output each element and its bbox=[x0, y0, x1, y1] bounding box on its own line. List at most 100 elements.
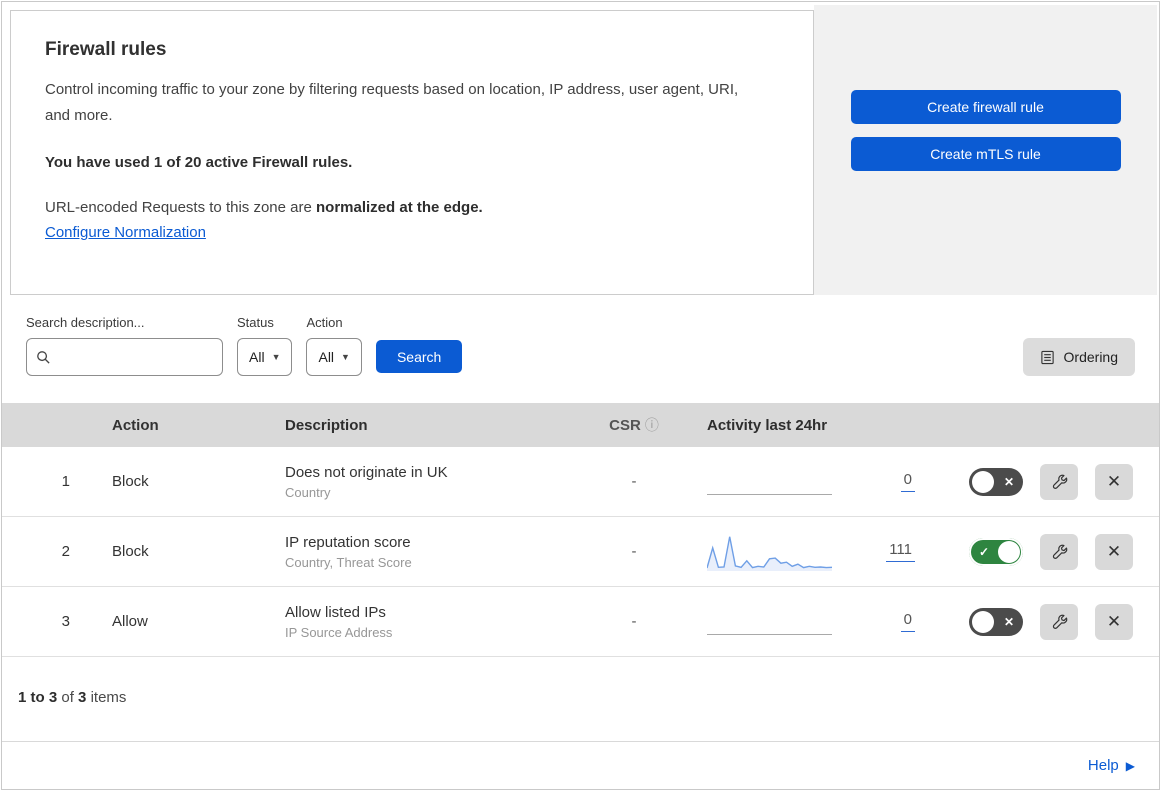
search-label: Search description... bbox=[26, 315, 145, 330]
rule-action: Block bbox=[112, 543, 149, 560]
ordering-button[interactable]: Ordering bbox=[1022, 338, 1135, 376]
status-field: Status All ▼ bbox=[237, 315, 293, 376]
col-csr-header: CSR ⓘ bbox=[589, 415, 679, 435]
rule-criteria: Country bbox=[285, 484, 331, 500]
rule-description-cell: Allow listed IPs IP Source Address bbox=[264, 604, 589, 640]
page-title: Firewall rules bbox=[45, 39, 167, 60]
pagination-of: of bbox=[61, 689, 74, 706]
intro-card: Firewall rules Control incoming traffic … bbox=[10, 10, 814, 295]
rule-enabled-toggle[interactable]: ✓ bbox=[969, 537, 1023, 566]
activity-sparkline bbox=[707, 601, 832, 643]
rule-number: 3 bbox=[61, 613, 70, 630]
rule-csr-value: - bbox=[631, 473, 637, 490]
csr-header-label: CSR bbox=[609, 417, 641, 434]
usage-summary: You have used 1 of 20 active Firewall ru… bbox=[45, 153, 353, 171]
rule-activity-cell: 0 bbox=[679, 447, 919, 516]
table-header: Action Description CSR ⓘ Activity last 24… bbox=[2, 403, 1159, 447]
close-icon: ✕ bbox=[1106, 471, 1122, 491]
rule-enabled-toggle[interactable]: ✕ bbox=[969, 607, 1023, 636]
action-select[interactable]: All ▼ bbox=[306, 338, 362, 376]
rule-description[interactable]: IP reputation score bbox=[285, 534, 589, 551]
help-link[interactable]: Help ▶ bbox=[1088, 757, 1135, 774]
search-icon bbox=[36, 350, 51, 365]
status-select[interactable]: All ▼ bbox=[237, 338, 293, 376]
chevron-down-icon: ▼ bbox=[341, 352, 350, 362]
help-bar: Help ▶ bbox=[2, 741, 1159, 789]
arrow-right-icon: ▶ bbox=[1125, 758, 1135, 773]
search-input[interactable] bbox=[57, 348, 213, 366]
firewall-rules-page: Firewall rules Control incoming traffic … bbox=[1, 1, 1160, 790]
rule-activity-cell: 0 bbox=[679, 587, 919, 656]
rule-criteria: IP Source Address bbox=[285, 624, 393, 640]
ordering-button-label: Ordering bbox=[1063, 349, 1118, 365]
rule-action: Allow bbox=[112, 613, 148, 630]
col-description-header: Description bbox=[285, 416, 368, 434]
wrench-icon bbox=[1051, 473, 1068, 490]
activity-count-link[interactable]: 111 bbox=[886, 541, 915, 562]
search-field: Search description... bbox=[26, 315, 223, 376]
edit-rule-button[interactable] bbox=[1040, 603, 1078, 640]
ordering-list-icon bbox=[1040, 350, 1055, 365]
close-icon: ✕ bbox=[1106, 611, 1122, 631]
action-label: Action bbox=[306, 315, 343, 330]
toggle-state-icon: ✓ bbox=[979, 544, 990, 559]
toggle-knob bbox=[972, 470, 994, 493]
wrench-icon bbox=[1051, 543, 1068, 560]
delete-rule-button[interactable]: ✕ bbox=[1095, 603, 1133, 640]
activity-sparkline bbox=[706, 531, 833, 573]
close-icon: ✕ bbox=[1106, 541, 1122, 561]
search-input-wrapper[interactable] bbox=[26, 338, 223, 376]
normalization-note-bold: normalized at the edge. bbox=[316, 198, 483, 216]
configure-normalization-link[interactable]: Configure Normalization bbox=[45, 224, 206, 241]
rule-action: Block bbox=[112, 473, 149, 490]
rule-csr-value: - bbox=[631, 613, 637, 630]
rule-enabled-toggle[interactable]: ✕ bbox=[969, 467, 1023, 496]
pagination-total: 3 bbox=[78, 689, 87, 706]
cta-panel: Create firewall rule Create mTLS rule bbox=[814, 5, 1157, 295]
toggle-knob bbox=[998, 540, 1020, 563]
create-firewall-rule-button[interactable]: Create firewall rule bbox=[850, 89, 1121, 124]
intro-section: Firewall rules Control incoming traffic … bbox=[2, 2, 1159, 295]
info-icon[interactable]: ⓘ bbox=[645, 417, 659, 433]
status-label: Status bbox=[237, 315, 274, 330]
pagination-summary: 1 to 3 of 3 items bbox=[2, 657, 1159, 741]
edit-rule-button[interactable] bbox=[1040, 463, 1078, 500]
rule-description-cell: IP reputation score Country, Threat Scor… bbox=[264, 534, 589, 570]
toggle-state-icon: ✕ bbox=[1003, 614, 1014, 629]
normalization-note-text: URL-encoded Requests to this zone are bbox=[45, 198, 316, 216]
col-action-header: Action bbox=[112, 416, 159, 434]
toggle-knob bbox=[972, 610, 994, 633]
edit-rule-button[interactable] bbox=[1040, 533, 1078, 570]
rule-description[interactable]: Allow listed IPs bbox=[285, 604, 589, 621]
pagination-items: items bbox=[90, 689, 127, 706]
search-button[interactable]: Search bbox=[375, 340, 463, 373]
rule-controls: ✕ ✕ bbox=[919, 603, 1159, 640]
pagination-range: 1 to 3 bbox=[18, 689, 58, 706]
table-row: 3 Allow Allow listed IPs IP Source Addre… bbox=[2, 587, 1159, 657]
rule-controls: ✓ ✕ bbox=[919, 533, 1159, 570]
rule-number: 1 bbox=[61, 473, 70, 490]
activity-flatline bbox=[707, 493, 832, 495]
table-row: 1 Block Does not originate in UK Country… bbox=[2, 447, 1159, 517]
delete-rule-button[interactable]: ✕ bbox=[1095, 533, 1133, 570]
page-description: Control incoming traffic to your zone by… bbox=[45, 81, 739, 125]
rule-description[interactable]: Does not originate in UK bbox=[285, 464, 589, 481]
rule-criteria: Country, Threat Score bbox=[285, 554, 412, 570]
rule-csr-value: - bbox=[631, 543, 637, 560]
normalization-note: URL-encoded Requests to this zone are no… bbox=[45, 199, 767, 216]
activity-sparkline bbox=[707, 461, 832, 503]
rule-number: 2 bbox=[61, 543, 70, 560]
create-mtls-rule-button[interactable]: Create mTLS rule bbox=[850, 136, 1121, 171]
activity-count-link[interactable]: 0 bbox=[900, 471, 915, 492]
table-row: 2 Block IP reputation score Country, Thr… bbox=[2, 517, 1159, 587]
delete-rule-button[interactable]: ✕ bbox=[1095, 463, 1133, 500]
status-select-value: All bbox=[249, 349, 265, 365]
action-field: Action All ▼ bbox=[306, 315, 362, 376]
activity-count-link[interactable]: 0 bbox=[900, 611, 915, 632]
rule-activity-cell: 111 bbox=[679, 517, 919, 586]
wrench-icon bbox=[1051, 613, 1068, 630]
rule-controls: ✕ ✕ bbox=[919, 463, 1159, 500]
toggle-state-icon: ✕ bbox=[1003, 474, 1014, 489]
rule-description-cell: Does not originate in UK Country bbox=[264, 464, 589, 500]
chevron-down-icon: ▼ bbox=[271, 352, 281, 362]
